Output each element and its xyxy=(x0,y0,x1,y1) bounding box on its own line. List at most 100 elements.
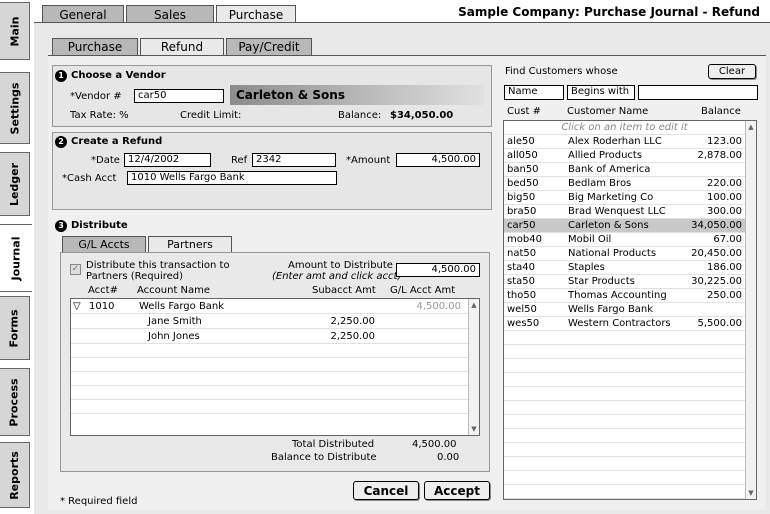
tab-purchase-sub[interactable]: Purchase xyxy=(52,38,138,55)
col-account-name: Account Name xyxy=(137,285,211,296)
side-tab-settings[interactable]: Settings xyxy=(0,72,30,144)
search-input[interactable] xyxy=(638,85,758,100)
table-row[interactable]: John Jones 2,250.00 xyxy=(71,329,479,344)
amount-field[interactable]: 4,500.00 xyxy=(396,153,480,167)
tab-purchase[interactable]: Purchase xyxy=(216,5,296,23)
tab-sales[interactable]: Sales xyxy=(126,5,214,23)
scrollbar[interactable]: ▲ ▼ xyxy=(745,121,756,499)
cust-id-cell: nat50 xyxy=(507,248,537,259)
side-tab-process[interactable]: Process xyxy=(0,368,30,436)
list-item[interactable]: sta40 Staples 186.00 xyxy=(504,261,756,275)
customer-name-cell: Bedlam Bros xyxy=(568,178,632,189)
list-item[interactable]: wel50 Wells Fargo Bank xyxy=(504,303,756,317)
step-number: 3 xyxy=(55,220,67,232)
side-tab-forms[interactable]: Forms xyxy=(0,296,30,360)
name-cell: Jane Smith xyxy=(148,316,202,327)
list-item xyxy=(504,401,756,415)
list-item[interactable]: wes50 Western Contractors 5,500.00 xyxy=(504,317,756,331)
scroll-down-icon[interactable]: ▼ xyxy=(747,489,755,497)
list-item xyxy=(504,373,756,387)
customer-name-cell: Brad Wenquest LLC xyxy=(568,206,666,217)
cash-acct-label: *Cash Acct xyxy=(62,173,117,184)
customer-name-cell: Alex Roderhan LLC xyxy=(568,136,662,147)
tab-partners[interactable]: Partners xyxy=(148,236,232,252)
tab-refund[interactable]: Refund xyxy=(140,38,224,55)
side-tab-label: Reports xyxy=(8,450,21,500)
customer-name-cell: Bank of America xyxy=(568,164,651,175)
list-item[interactable]: mob40 Mobil Oil 67.00 xyxy=(504,233,756,247)
col-subacct-amt: Subacct Amt xyxy=(312,285,376,296)
side-tab-main[interactable]: Main xyxy=(0,2,30,60)
amount-label: *Amount xyxy=(346,155,391,166)
cust-id-cell: big50 xyxy=(507,192,536,203)
col-customer-name: Customer Name xyxy=(567,106,649,117)
ref-field[interactable]: 2342 xyxy=(252,153,336,167)
list-item[interactable]: bra50 Brad Wenquest LLC 300.00 xyxy=(504,205,756,219)
table-row xyxy=(71,358,479,372)
cust-id-cell: tho50 xyxy=(507,290,537,301)
side-tab-label: Process xyxy=(8,377,21,427)
scroll-up-icon[interactable]: ▲ xyxy=(470,301,478,309)
scroll-down-icon[interactable]: ▼ xyxy=(470,425,478,433)
cust-id-cell: wel50 xyxy=(507,304,537,315)
list-item[interactable]: nat50 National Products 20,450.00 xyxy=(504,247,756,261)
tab-pay-credit[interactable]: Pay/Credit xyxy=(226,38,312,55)
cash-acct-field[interactable]: 1010 Wells Fargo Bank xyxy=(127,171,337,185)
amount-to-distribute-field[interactable]: 4,500.00 xyxy=(396,263,480,277)
customer-name-cell: Big Marketing Co xyxy=(568,192,654,203)
date-field[interactable]: 12/4/2002 xyxy=(124,153,211,167)
list-item xyxy=(504,429,756,443)
clear-button[interactable]: Clear xyxy=(708,64,756,79)
balance-cell: 20,450.00 xyxy=(691,248,742,259)
distribute-checkbox[interactable]: ✓ xyxy=(70,264,81,275)
cust-id-cell: sta40 xyxy=(507,262,535,273)
cust-id-cell: sta50 xyxy=(507,276,535,287)
vendor-field[interactable]: car50 xyxy=(134,89,224,103)
side-tab-reports[interactable]: Reports xyxy=(0,442,30,508)
table-row xyxy=(71,386,479,400)
match-select[interactable]: Begins with xyxy=(567,85,635,100)
list-item[interactable]: sta50 Star Products 30,225.00 xyxy=(504,275,756,289)
list-item[interactable]: ale50 Alex Roderhan LLC 123.00 xyxy=(504,135,756,149)
side-tab-ledger[interactable]: Ledger xyxy=(0,152,30,216)
list-item[interactable]: big50 Big Marketing Co 100.00 xyxy=(504,191,756,205)
tab-gl-accts[interactable]: G/L Accts xyxy=(62,236,146,252)
table-row[interactable]: ▽ 1010 Wells Fargo Bank 4,500.00 xyxy=(71,299,479,314)
expand-triangle-icon[interactable]: ▽ xyxy=(73,299,81,314)
cust-id-cell: car50 xyxy=(507,220,536,231)
list-hint: Click on an item to edit it xyxy=(504,121,756,135)
table-row xyxy=(71,372,479,386)
distribute-list[interactable]: ▽ 1010 Wells Fargo Bank 4,500.00 Jane Sm… xyxy=(70,298,480,436)
col-gl-acct-amt: G/L Acct Amt xyxy=(390,285,456,296)
checkbox-label-line1: Distribute this transaction to xyxy=(86,260,230,271)
table-row[interactable]: Jane Smith 2,250.00 xyxy=(71,314,479,329)
list-item xyxy=(504,443,756,457)
table-row xyxy=(71,400,479,414)
amount-to-distribute-label: Amount to Distribute xyxy=(288,260,393,271)
customer-name-cell: Wells Fargo Bank xyxy=(568,304,654,315)
field-select[interactable]: Name xyxy=(504,85,564,100)
balance-cell: 123.00 xyxy=(707,136,742,147)
cust-id-cell: ban50 xyxy=(507,164,539,175)
customer-name-cell: Carleton & Sons xyxy=(568,220,649,231)
side-tab-journal[interactable]: Journal xyxy=(0,224,32,292)
name-cell: John Jones xyxy=(148,331,200,342)
customer-name-cell: Allied Products xyxy=(568,150,643,161)
table-row xyxy=(71,344,479,358)
list-item[interactable]: all050 Allied Products 2,878.00 xyxy=(504,149,756,163)
balance-cell: 220.00 xyxy=(707,178,742,189)
step-number: 1 xyxy=(55,70,67,82)
scroll-up-icon[interactable]: ▲ xyxy=(747,123,755,131)
accept-button[interactable]: Accept xyxy=(424,481,490,500)
list-item[interactable]: car50 Carleton & Sons 34,050.00 xyxy=(504,219,756,233)
list-item[interactable]: tho50 Thomas Accounting 250.00 xyxy=(504,289,756,303)
tab-general[interactable]: General xyxy=(42,5,124,23)
section-title: Distribute xyxy=(71,220,128,231)
list-item xyxy=(504,471,756,485)
cancel-button[interactable]: Cancel xyxy=(353,481,419,500)
balance-cell: 300.00 xyxy=(707,206,742,217)
list-item[interactable]: ban50 Bank of America xyxy=(504,163,756,177)
customer-list[interactable]: Click on an item to edit it ale50 Alex Ro… xyxy=(503,120,757,500)
list-item[interactable]: bed50 Bedlam Bros 220.00 xyxy=(504,177,756,191)
scrollbar[interactable]: ▲ ▼ xyxy=(468,299,479,435)
